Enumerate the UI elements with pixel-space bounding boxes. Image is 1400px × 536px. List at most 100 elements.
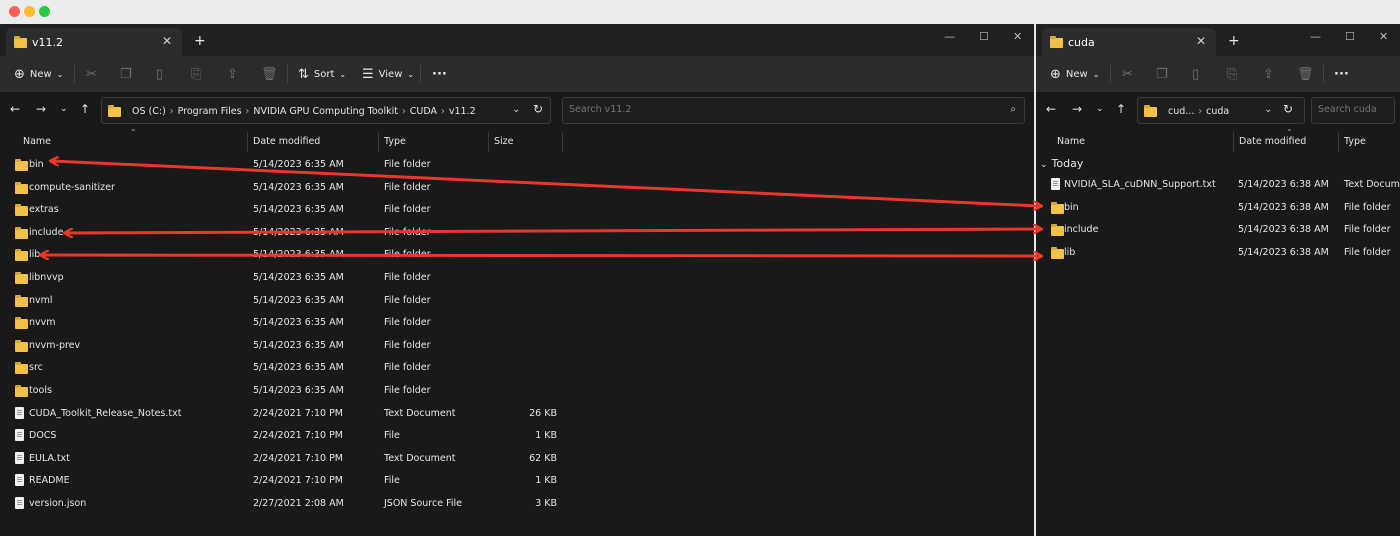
- minimize-icon[interactable]: —: [944, 30, 955, 43]
- recent-locations-icon[interactable]: ⌄: [60, 104, 68, 114]
- file-row[interactable]: bin 5/14/2023 6:35 AM File folder: [0, 154, 1034, 177]
- cut-button[interactable]: ✂: [1122, 56, 1133, 92]
- file-row[interactable]: DOCS 2/24/2021 7:10 PM File 1 KB: [0, 425, 1034, 448]
- paste-button[interactable]: ▯: [156, 56, 163, 92]
- close-tab-icon[interactable]: ✕: [162, 34, 172, 48]
- column-divider[interactable]: [1233, 132, 1234, 152]
- new-tab-button[interactable]: +: [194, 33, 206, 49]
- column-name[interactable]: Name: [1057, 136, 1085, 147]
- up-arrow-icon[interactable]: ↑: [1116, 102, 1126, 116]
- breadcrumb-item[interactable]: cud...: [1168, 106, 1194, 117]
- group-header-today[interactable]: ⌄ Today: [1040, 157, 1083, 170]
- file-icon: [15, 429, 24, 442]
- file-row[interactable]: lib 5/14/2023 6:35 AM File folder: [0, 244, 1034, 267]
- view-button[interactable]: ☰ View ⌄: [362, 56, 414, 92]
- breadcrumb-item[interactable]: NVIDIA GPU Computing Toolkit: [253, 106, 398, 117]
- column-size[interactable]: Size: [494, 136, 514, 147]
- search-box[interactable]: [1311, 97, 1395, 124]
- minimize-icon[interactable]: —: [1310, 30, 1321, 43]
- refresh-icon[interactable]: ↻: [1283, 102, 1293, 116]
- close-tab-icon[interactable]: ✕: [1196, 34, 1206, 48]
- search-input[interactable]: [569, 104, 938, 115]
- column-date-modified[interactable]: Date modified: [253, 136, 320, 147]
- more-options-button[interactable]: ···: [1334, 56, 1349, 92]
- search-box[interactable]: ⌕: [562, 97, 1025, 124]
- file-row[interactable]: EULA.txt 2/24/2021 7:10 PM Text Document 62…: [0, 448, 1034, 471]
- delete-button[interactable]: 🗑: [261, 56, 278, 92]
- file-row[interactable]: nvml 5/14/2023 6:35 AM File folder: [0, 290, 1034, 313]
- file-row[interactable]: compute-sanitizer 5/14/2023 6:35 AM File f…: [0, 177, 1034, 200]
- column-type[interactable]: Type: [384, 136, 406, 147]
- close-icon[interactable]: ✕: [1013, 30, 1022, 43]
- file-row[interactable]: bin 5/14/2023 6:38 AM File folder: [1036, 197, 1400, 220]
- column-divider[interactable]: [247, 132, 248, 152]
- back-arrow-icon[interactable]: ←: [1046, 102, 1056, 116]
- maximize-icon[interactable]: ☐: [1345, 30, 1355, 43]
- file-row[interactable]: nvvm 5/14/2023 6:35 AM File folder: [0, 312, 1034, 335]
- copy-button[interactable]: ❐: [1156, 56, 1168, 92]
- breadcrumb-item[interactable]: Program Files: [178, 106, 242, 117]
- column-divider[interactable]: [1338, 132, 1339, 152]
- file-row[interactable]: tools 5/14/2023 6:35 AM File folder: [0, 380, 1034, 403]
- column-date-modified[interactable]: Date modified: [1239, 136, 1306, 147]
- column-type[interactable]: Type: [1344, 136, 1366, 147]
- column-name[interactable]: Name: [23, 136, 51, 147]
- address-dropdown-icon[interactable]: ⌄: [1264, 104, 1272, 115]
- paste-button[interactable]: ▯: [1192, 56, 1199, 92]
- zoom-window-button[interactable]: [39, 6, 50, 17]
- rename-button[interactable]: ⎘: [191, 56, 201, 92]
- breadcrumb-item[interactable]: cuda: [1206, 106, 1229, 117]
- address-bar[interactable]: cud... › cuda ⌄: [1137, 97, 1305, 124]
- file-row[interactable]: nvvm-prev 5/14/2023 6:35 AM File folder: [0, 335, 1034, 358]
- column-divider[interactable]: [378, 132, 379, 152]
- maximize-icon[interactable]: ☐: [979, 30, 989, 43]
- file-row[interactable]: lib 5/14/2023 6:38 AM File folder: [1036, 242, 1400, 265]
- file-row[interactable]: README 2/24/2021 7:10 PM File 1 KB: [0, 470, 1034, 493]
- folder-icon: [15, 271, 28, 284]
- more-options-button[interactable]: ···: [432, 56, 447, 92]
- delete-button[interactable]: 🗑: [1297, 56, 1314, 92]
- share-button[interactable]: ⇪: [1263, 56, 1274, 92]
- file-row[interactable]: extras 5/14/2023 6:35 AM File folder: [0, 199, 1034, 222]
- search-input[interactable]: [1318, 104, 1384, 115]
- file-row[interactable]: src 5/14/2023 6:35 AM File folder: [0, 357, 1034, 380]
- rename-button[interactable]: ⎘: [1227, 56, 1237, 92]
- column-divider[interactable]: [562, 132, 563, 152]
- forward-arrow-icon[interactable]: →: [36, 102, 46, 116]
- share-button[interactable]: ⇪: [227, 56, 238, 92]
- file-row[interactable]: include 5/14/2023 6:35 AM File folder: [0, 222, 1034, 245]
- file-row[interactable]: include 5/14/2023 6:38 AM File folder: [1036, 219, 1400, 242]
- file-row[interactable]: CUDA_Toolkit_Release_Notes.txt 2/24/2021 …: [0, 403, 1034, 426]
- new-button[interactable]: ⊕ New ⌄: [14, 56, 63, 92]
- recent-locations-icon[interactable]: ⌄: [1096, 104, 1104, 114]
- folder-icon: [1051, 201, 1064, 214]
- folder-icon: [15, 181, 28, 194]
- cut-button[interactable]: ✂: [86, 56, 97, 92]
- file-row[interactable]: libnvvp 5/14/2023 6:35 AM File folder: [0, 267, 1034, 290]
- column-divider[interactable]: [488, 132, 489, 152]
- new-tab-button[interactable]: +: [1228, 33, 1240, 49]
- address-bar[interactable]: OS (C:) › Program Files › NVIDIA GPU Computi…: [101, 97, 551, 124]
- file-row[interactable]: version.json 2/27/2021 2:08 AM JSON Source…: [0, 493, 1034, 516]
- up-arrow-icon[interactable]: ↑: [80, 102, 90, 116]
- chevron-right-icon: ›: [245, 106, 250, 117]
- breadcrumb-item[interactable]: OS (C:): [132, 106, 166, 117]
- back-arrow-icon[interactable]: ←: [10, 102, 20, 116]
- copy-button[interactable]: ❐: [120, 56, 132, 92]
- file-date: 5/14/2023 6:35 AM: [253, 249, 344, 261]
- minimize-window-button[interactable]: [24, 6, 35, 17]
- breadcrumb-item[interactable]: v11.2: [449, 106, 476, 117]
- command-bar: ⊕ New ⌄ ✂ ❐ ▯ ⎘ ⇪ 🗑 ···: [1036, 56, 1400, 92]
- forward-arrow-icon[interactable]: →: [1072, 102, 1082, 116]
- tab-cuda[interactable]: cuda ✕: [1042, 28, 1216, 56]
- sort-button[interactable]: ⇅ Sort ⌄: [298, 56, 346, 92]
- new-button[interactable]: ⊕ New ⌄: [1050, 56, 1099, 92]
- close-window-button[interactable]: [9, 6, 20, 17]
- address-dropdown-icon[interactable]: ⌄: [512, 104, 520, 115]
- file-name: bin: [1064, 201, 1079, 213]
- breadcrumb-item[interactable]: CUDA: [410, 106, 437, 117]
- refresh-icon[interactable]: ↻: [533, 102, 543, 116]
- close-icon[interactable]: ✕: [1379, 30, 1388, 43]
- tab-v11-2[interactable]: v11.2 ✕: [6, 28, 182, 56]
- file-row[interactable]: NVIDIA_SLA_cuDNN_Support.txt 5/14/2023 6:…: [1036, 174, 1400, 197]
